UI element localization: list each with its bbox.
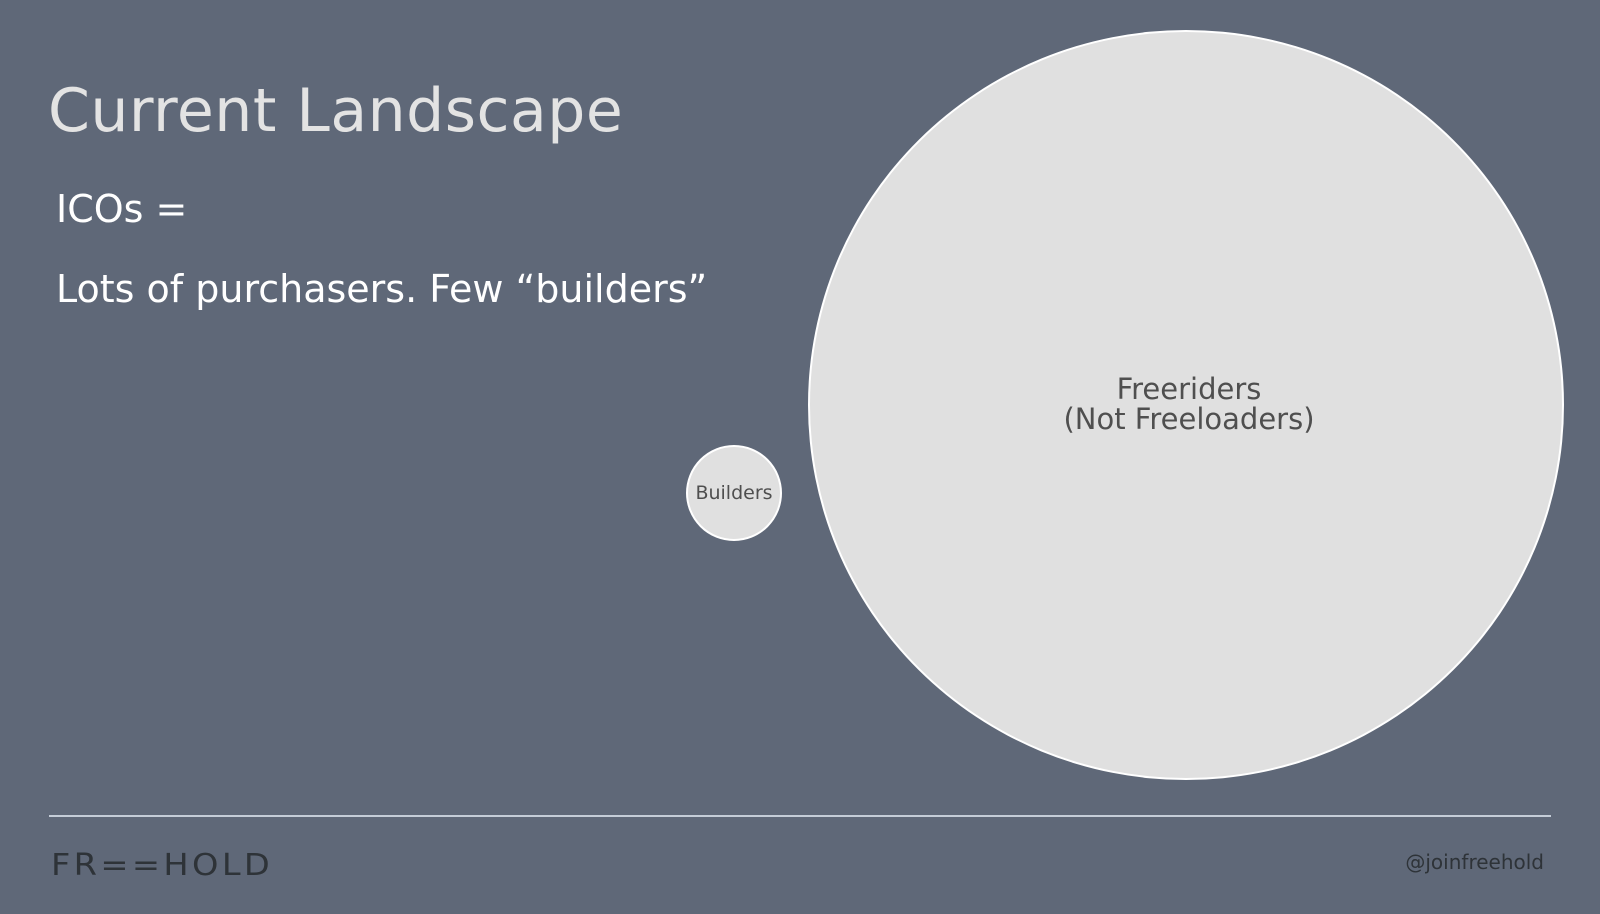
builders-label: Builders (695, 482, 773, 504)
freehold-logo: FR==HOLD (51, 848, 274, 883)
slide: Current Landscape ICOs = Lots of purchas… (0, 0, 1600, 914)
freeriders-label-line-1: Freeriders (1116, 371, 1262, 406)
footer-divider (49, 815, 1551, 817)
freeriders-label-line-2: (Not Freeloaders) (1063, 402, 1315, 436)
bullet-icos: ICOs = (56, 187, 188, 231)
social-handle: @joinfreehold (1405, 850, 1544, 874)
freeriders-label: Freeriders (Not Freeloaders) (1063, 371, 1315, 436)
builders-circle: Builders (686, 445, 782, 541)
freeriders-circle: Freeriders (Not Freeloaders) (808, 30, 1564, 780)
bullet-purchasers-builders: Lots of purchasers. Few “builders” (56, 267, 708, 311)
slide-title: Current Landscape (48, 76, 624, 146)
